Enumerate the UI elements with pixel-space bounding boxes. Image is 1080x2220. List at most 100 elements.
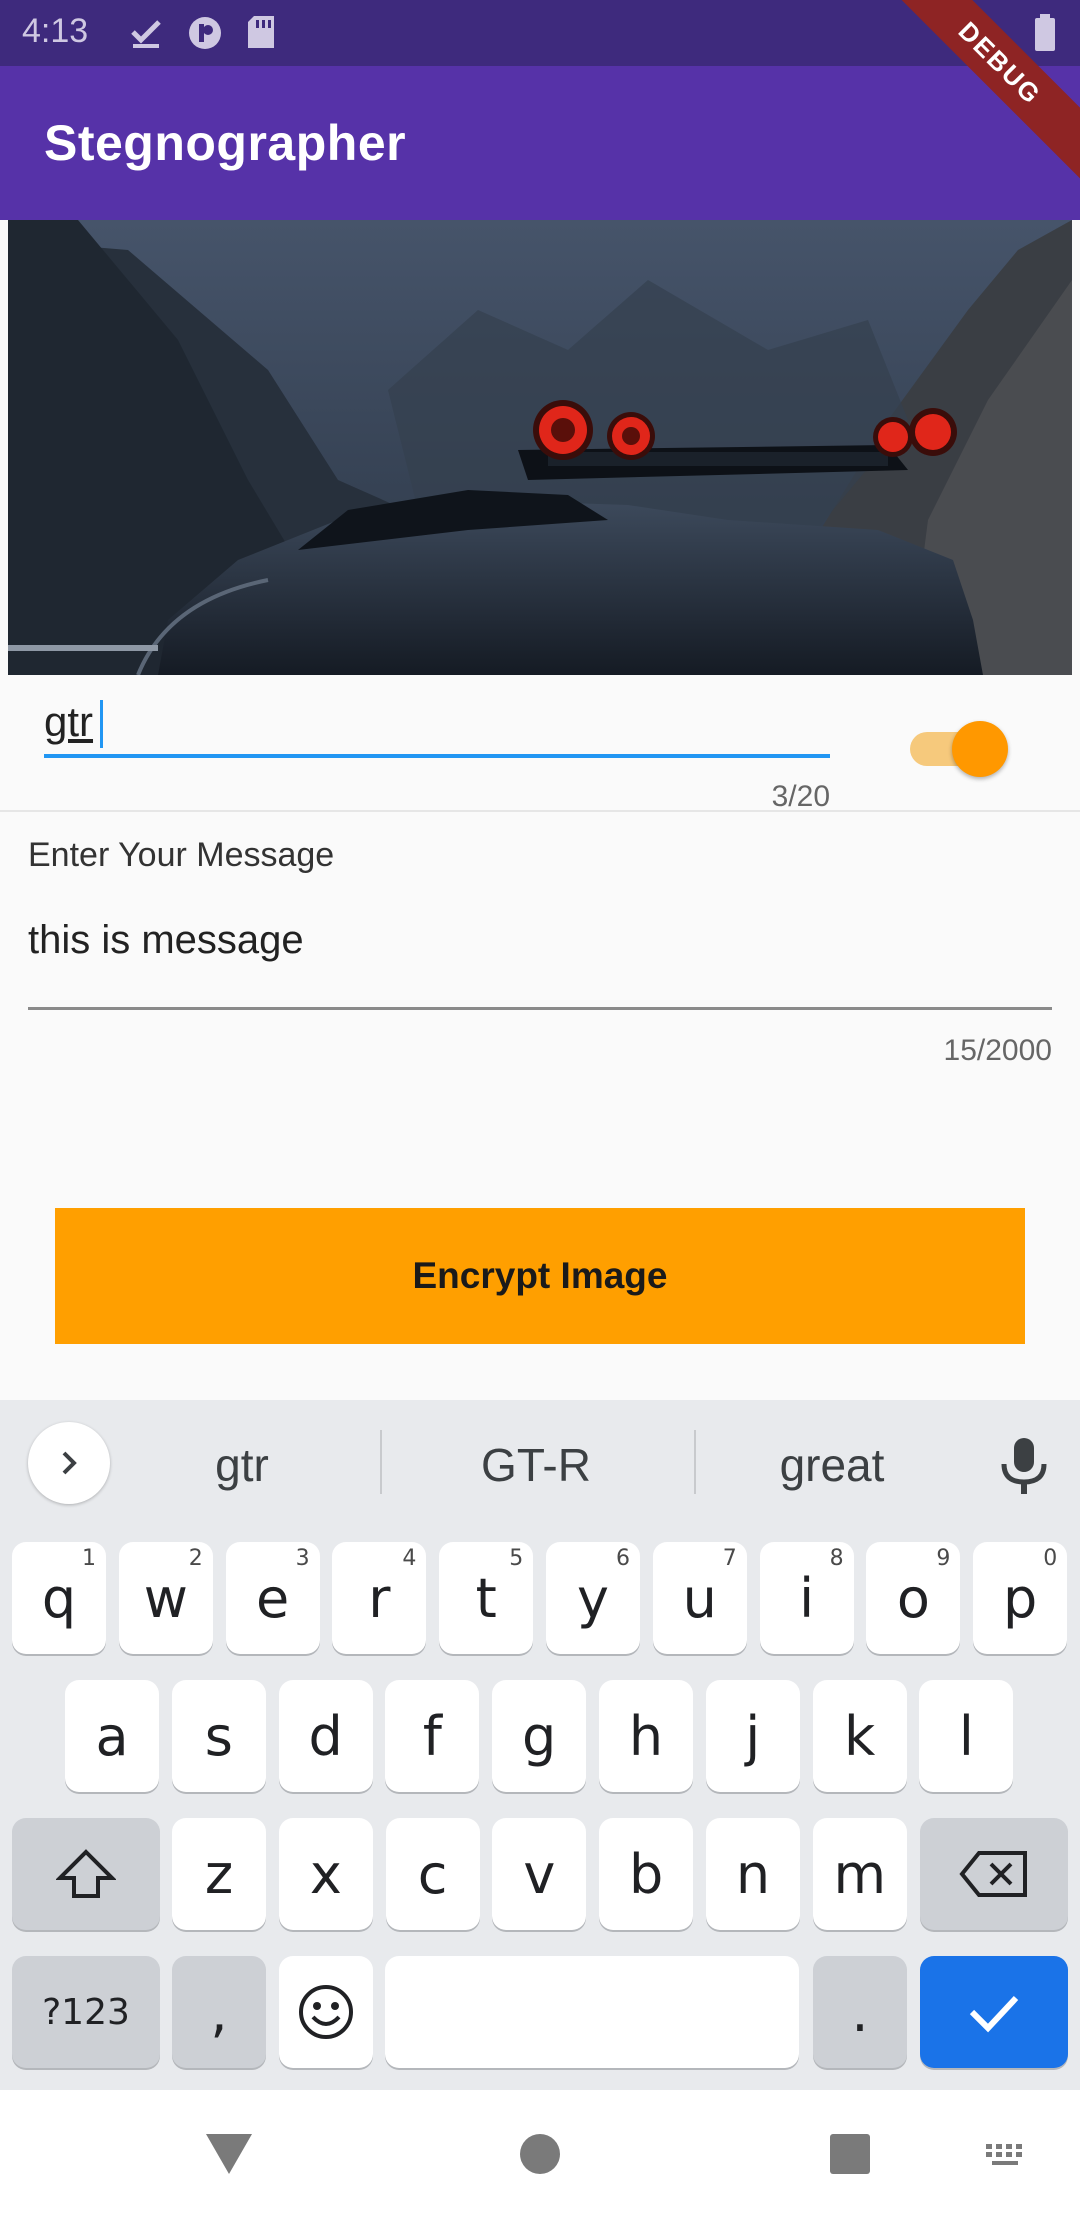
message-field-label: Enter Your Message	[28, 836, 335, 874]
key-f[interactable]: f	[385, 1680, 480, 1792]
key-p-hint: 0	[1043, 1546, 1058, 1571]
key-b-label: b	[629, 1842, 664, 1906]
key-c-label: c	[417, 1842, 448, 1906]
key-h-label: h	[628, 1704, 664, 1768]
encrypt-image-button[interactable]: Encrypt Image	[55, 1208, 1025, 1344]
key-n[interactable]: n	[706, 1818, 800, 1930]
soft-keyboard: gtr GT-R great q1w2e3r4t5y6u7i8o9p0asdfg…	[0, 1400, 1080, 2090]
key-v-label: v	[523, 1842, 556, 1906]
toggle-thumb	[952, 721, 1008, 777]
key-u[interactable]: u7	[652, 1542, 747, 1654]
app-notification-icon	[189, 17, 221, 49]
key-k-label: k	[843, 1704, 876, 1768]
key-z-label: z	[204, 1842, 234, 1906]
key-x-label: x	[309, 1842, 342, 1906]
key-q-hint: 1	[82, 1546, 96, 1571]
key-m[interactable]: m	[812, 1818, 907, 1930]
key-l-label: l	[958, 1704, 974, 1768]
car-photo-illustration	[8, 220, 1072, 675]
shift-icon	[56, 1849, 116, 1898]
download-done-icon	[131, 20, 161, 48]
period-key-label: .	[851, 1980, 869, 2044]
space-key[interactable]	[385, 1956, 799, 2068]
key-k[interactable]: k	[812, 1680, 907, 1792]
key-u-hint: 7	[722, 1546, 737, 1571]
key-b[interactable]: b	[599, 1818, 694, 1930]
key-x[interactable]: x	[278, 1818, 373, 1930]
key-t-hint: 5	[509, 1546, 524, 1571]
key-i[interactable]: i8	[759, 1542, 854, 1654]
key-s[interactable]: s	[171, 1680, 266, 1792]
message-input[interactable]: this is message	[28, 918, 304, 963]
password-input[interactable]: gtr	[44, 698, 93, 746]
key-w[interactable]: w2	[118, 1542, 213, 1654]
key-n-label: n	[735, 1842, 771, 1906]
backspace-key[interactable]	[920, 1818, 1068, 1930]
status-time: 4:13	[22, 12, 89, 50]
key-o-hint: 9	[936, 1546, 951, 1571]
key-y-hint: 6	[616, 1546, 630, 1571]
key-s-label: s	[204, 1704, 233, 1768]
key-y-label: y	[577, 1566, 609, 1630]
key-h[interactable]: h	[599, 1680, 693, 1792]
key-y[interactable]: y6	[546, 1542, 640, 1654]
emoji-key[interactable]	[279, 1956, 373, 2068]
key-u-label: u	[682, 1566, 717, 1630]
key-grid: q 1 w 2 e 3 r 4 t 5 y 6 u 7 i 8 o 9 p 0 a s d f g h j k l z x c v b n m ?123…	[0, 1400, 1080, 2090]
key-e[interactable]: e3	[225, 1542, 320, 1654]
emoji-icon	[299, 1985, 353, 2039]
checkmark-icon	[969, 1995, 1019, 2033]
key-a-label: a	[95, 1704, 129, 1768]
key-i-label: i	[799, 1566, 815, 1630]
key-j[interactable]: j	[705, 1680, 800, 1792]
mode-toggle-switch[interactable]	[906, 718, 1012, 778]
key-r-label: r	[368, 1566, 391, 1630]
selected-car-image[interactable]	[8, 220, 1072, 675]
key-t[interactable]: t5	[439, 1542, 534, 1654]
key-m-label: m	[833, 1842, 887, 1906]
key-j-label: j	[745, 1704, 761, 1768]
keyboard-switch-icon[interactable]	[982, 2140, 1030, 2170]
battery-icon	[1035, 14, 1055, 51]
message-char-counter: 15/2000	[943, 1034, 1052, 1067]
key-z[interactable]: z	[172, 1818, 266, 1930]
key-a[interactable]: a	[65, 1680, 159, 1792]
key-w-hint: 2	[188, 1546, 203, 1571]
key-v[interactable]: v	[492, 1818, 587, 1930]
key-g-label: g	[522, 1704, 557, 1768]
password-focus-underline	[44, 754, 830, 758]
shift-key[interactable]	[12, 1818, 160, 1930]
text-caret	[100, 700, 103, 748]
key-g[interactable]: g	[492, 1680, 587, 1792]
key-d-label: d	[308, 1704, 343, 1768]
recents-icon[interactable]	[828, 2132, 872, 2176]
back-icon[interactable]	[204, 2130, 254, 2176]
key-p-label: p	[1003, 1566, 1038, 1630]
symbols-key[interactable]: ?123	[12, 1956, 160, 2068]
sd-card-icon	[248, 16, 274, 48]
key-l[interactable]: l	[919, 1680, 1014, 1792]
enter-key[interactable]	[920, 1956, 1068, 2068]
period-key[interactable]: .	[813, 1956, 907, 2068]
key-p[interactable]: p0	[973, 1542, 1068, 1654]
key-d[interactable]: d	[278, 1680, 373, 1792]
key-o[interactable]: o9	[866, 1542, 961, 1654]
encrypt-image-label: Encrypt Image	[412, 1255, 668, 1296]
key-w-label: w	[143, 1566, 188, 1630]
key-r-hint: 4	[402, 1546, 417, 1571]
backspace-icon	[959, 1851, 1027, 1897]
key-i-hint: 8	[829, 1546, 844, 1571]
home-icon[interactable]	[518, 2132, 562, 2176]
comma-key-label: ,	[210, 1980, 228, 2044]
app-title: Stegnographer	[44, 115, 407, 171]
comma-key[interactable]: ,	[172, 1956, 266, 2068]
key-c[interactable]: c	[385, 1818, 480, 1930]
key-r[interactable]: r4	[332, 1542, 427, 1654]
key-o-label: o	[896, 1566, 930, 1630]
key-q[interactable]: q1	[12, 1542, 106, 1654]
navigation-bar	[0, 2090, 1080, 2220]
key-e-label: e	[255, 1566, 290, 1630]
divider	[0, 810, 1080, 812]
key-e-hint: 3	[295, 1546, 310, 1571]
key-f-label: f	[422, 1704, 442, 1768]
